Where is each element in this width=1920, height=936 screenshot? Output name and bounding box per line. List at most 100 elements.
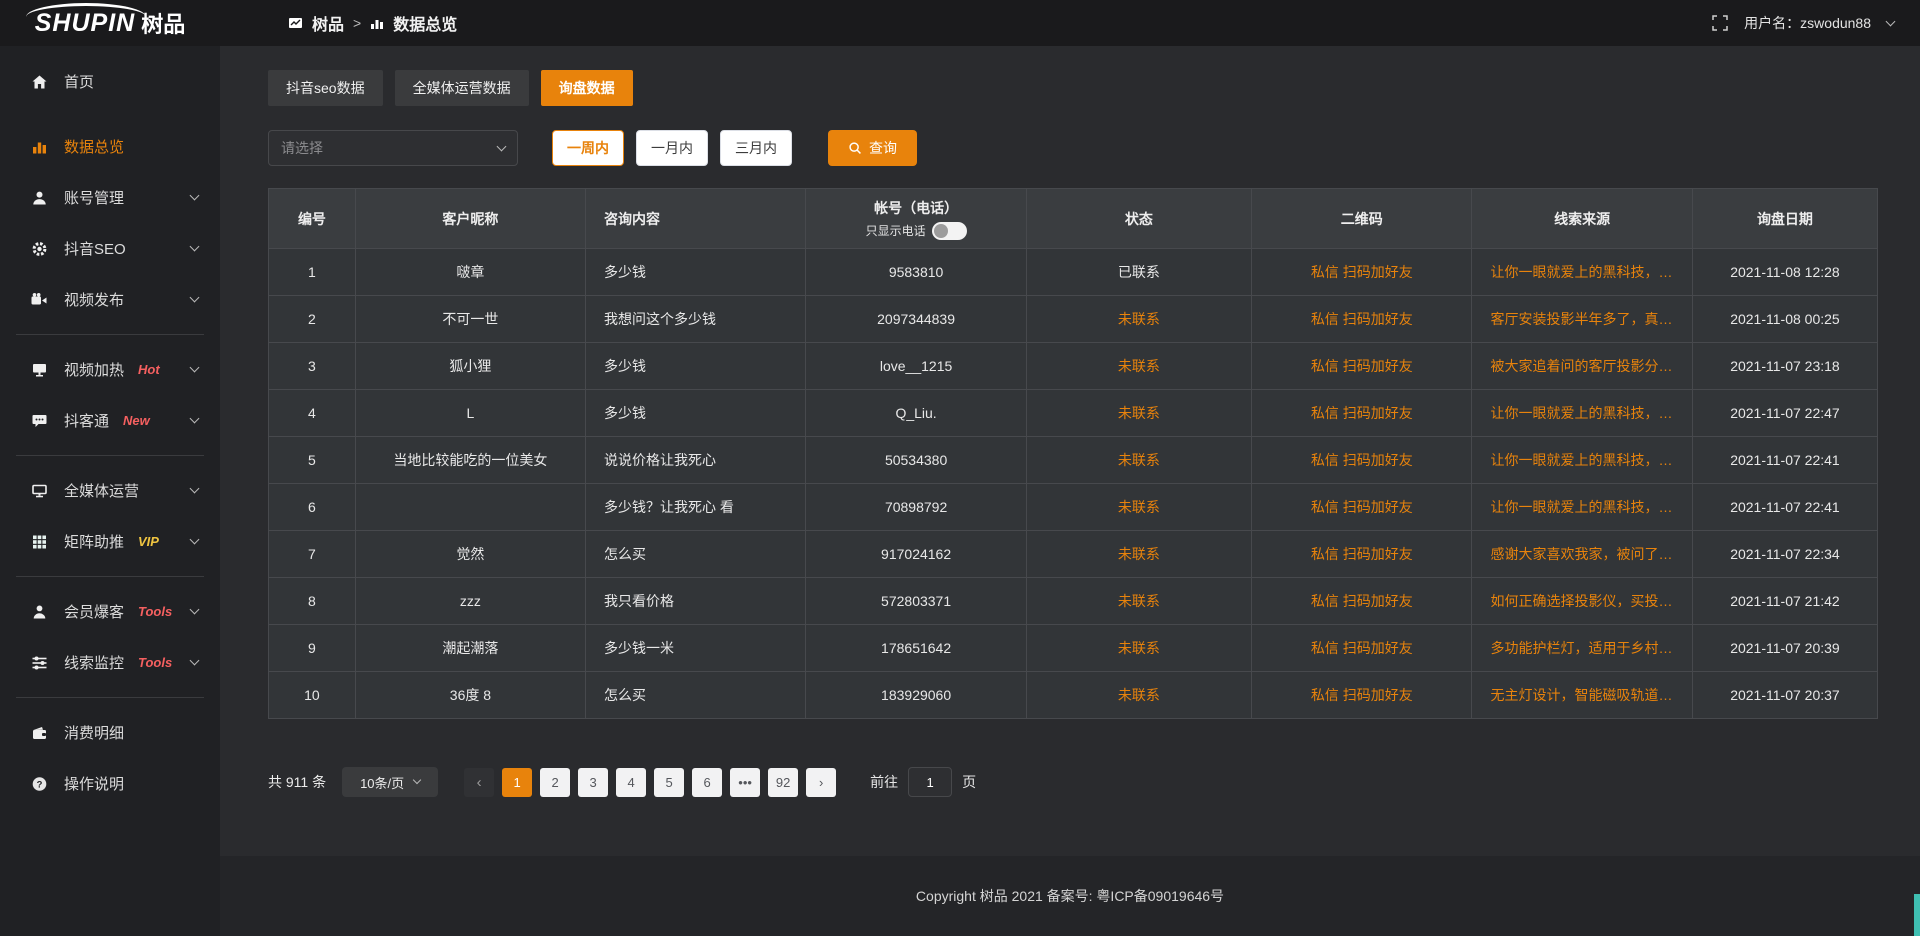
- sidebar-item-label: 账号管理: [64, 187, 124, 208]
- cell-nickname: 觉然: [355, 531, 585, 578]
- query-button[interactable]: 查询: [828, 130, 917, 166]
- page-button-6[interactable]: 6: [692, 768, 722, 797]
- col-account-label: 帐号（电话）: [874, 198, 958, 218]
- tab-douyin-seo-data[interactable]: 抖音seo数据: [268, 70, 383, 106]
- scrollbar-thumb[interactable]: [1914, 894, 1920, 936]
- cell-qr-link[interactable]: 私信 扫码加好友: [1252, 249, 1472, 296]
- sidebar-item-doukeitong[interactable]: 抖客通New: [0, 395, 220, 446]
- username-label[interactable]: 用户名：zswodun88: [1744, 13, 1871, 33]
- tab-inquiry-data[interactable]: 询盘数据: [541, 70, 633, 106]
- cell-source-link[interactable]: 无主灯设计，智能磁吸轨道灯...: [1472, 672, 1692, 719]
- cell-account: 178651642: [806, 625, 1026, 672]
- cell-qr-link[interactable]: 私信 扫码加好友: [1252, 437, 1472, 484]
- cell-source-link[interactable]: 让你一眼就爱上的黑科技，能...: [1472, 437, 1692, 484]
- cell-source-link[interactable]: 让你一眼就爱上的黑科技，能...: [1472, 484, 1692, 531]
- chevron-down-icon: [190, 414, 200, 424]
- copyright-text: Copyright 树品 2021 备案号: 粤ICP备09019646号: [916, 886, 1224, 906]
- sidebar-item-clue-monitor[interactable]: 线索监控Tools: [0, 637, 220, 688]
- cell-source-link[interactable]: 被大家追着问的客厅投影分享...: [1472, 343, 1692, 390]
- cell-date: 2021-11-07 23:18: [1692, 343, 1877, 390]
- breadcrumb-root[interactable]: 树品: [312, 11, 344, 35]
- sidebar-item-data-overview[interactable]: 数据总览: [0, 121, 220, 172]
- cell-date: 2021-11-07 22:47: [1692, 390, 1877, 437]
- sidebar-item-label: 首页: [64, 71, 94, 92]
- cell-account: 9583810: [806, 249, 1026, 296]
- cell-no: 2: [269, 296, 356, 343]
- table-row: 7觉然怎么买917024162未联系私信 扫码加好友感谢大家喜欢我家，被问了好.…: [269, 531, 1878, 578]
- bar-chart-icon: [370, 17, 384, 30]
- cell-qr-link[interactable]: 私信 扫码加好友: [1252, 672, 1472, 719]
- cell-content: 多少钱: [585, 249, 805, 296]
- cell-no: 4: [269, 390, 356, 437]
- next-page-button[interactable]: ›: [806, 768, 836, 797]
- cell-account: 183929060: [806, 672, 1026, 719]
- period-three-month-button[interactable]: 三月内: [720, 130, 792, 166]
- sidebar-item-expense-detail[interactable]: 消费明细: [0, 707, 220, 758]
- cell-account: 70898792: [806, 484, 1026, 531]
- cell-qr-link[interactable]: 私信 扫码加好友: [1252, 625, 1472, 672]
- sidebar-item-home[interactable]: 首页: [0, 56, 220, 107]
- cell-source-link[interactable]: 如何正确选择投影仪，买投影...: [1472, 578, 1692, 625]
- page-button-92[interactable]: 92: [768, 768, 798, 797]
- period-one-week-button[interactable]: 一周内: [552, 130, 624, 166]
- cell-content: 我只看价格: [585, 578, 805, 625]
- phone-only-toggle[interactable]: [932, 222, 967, 240]
- cell-qr-link[interactable]: 私信 扫码加好友: [1252, 296, 1472, 343]
- cell-date: 2021-11-07 22:34: [1692, 531, 1877, 578]
- cell-date: 2021-11-07 21:42: [1692, 578, 1877, 625]
- page-footer: Copyright 树品 2021 备案号: 粤ICP备09019646号: [220, 856, 1920, 936]
- sidebar-item-account-management[interactable]: 账号管理: [0, 172, 220, 223]
- cell-source-link[interactable]: 感谢大家喜欢我家，被问了好...: [1472, 531, 1692, 578]
- account-select[interactable]: 请选择: [268, 130, 518, 166]
- cell-qr-link[interactable]: 私信 扫码加好友: [1252, 343, 1472, 390]
- page-button-2[interactable]: 2: [540, 768, 570, 797]
- page-button-3[interactable]: 3: [578, 768, 608, 797]
- sidebar-item-label: 消费明细: [64, 722, 124, 743]
- cell-qr-link[interactable]: 私信 扫码加好友: [1252, 531, 1472, 578]
- sidebar-item-video-heat[interactable]: 视频加热Hot: [0, 344, 220, 395]
- cell-source-link[interactable]: 客厅安装投影半年多了，真实...: [1472, 296, 1692, 343]
- page-button-5[interactable]: 5: [654, 768, 684, 797]
- cell-date: 2021-11-07 22:41: [1692, 437, 1877, 484]
- grid-icon: [30, 533, 48, 551]
- page-button-1[interactable]: 1: [502, 768, 532, 797]
- cell-qr-link[interactable]: 私信 扫码加好友: [1252, 484, 1472, 531]
- topbar: SHUPIN 树品 树品 > 数据总览 用户名：zswodun88: [0, 0, 1920, 46]
- sidebar-item-label: 操作说明: [64, 773, 124, 794]
- chevron-down-icon: [190, 605, 200, 615]
- tab-media-operation-data[interactable]: 全媒体运营数据: [395, 70, 529, 106]
- prev-page-button[interactable]: ‹: [464, 768, 494, 797]
- cell-source-link[interactable]: 让你一眼就爱上的黑科技，能...: [1472, 390, 1692, 437]
- col-status: 状态: [1026, 189, 1251, 249]
- sidebar-item-video-publish[interactable]: 视频发布: [0, 274, 220, 325]
- cell-no: 5: [269, 437, 356, 484]
- period-one-month-button[interactable]: 一月内: [636, 130, 708, 166]
- cell-qr-link[interactable]: 私信 扫码加好友: [1252, 578, 1472, 625]
- gear-icon: [30, 240, 48, 258]
- sidebar-item-help[interactable]: ?操作说明: [0, 758, 220, 809]
- cell-qr-link[interactable]: 私信 扫码加好友: [1252, 390, 1472, 437]
- cell-content: 多少钱？让我死心 看: [585, 484, 805, 531]
- sidebar-item-douyin-seo[interactable]: 抖音SEO: [0, 223, 220, 274]
- page-ellipsis-button[interactable]: •••: [730, 768, 760, 797]
- sidebar-item-badge: Tools: [138, 655, 172, 670]
- page-button-4[interactable]: 4: [616, 768, 646, 797]
- page-size-select[interactable]: 10条/页: [342, 767, 438, 797]
- goto-page-input[interactable]: [908, 767, 952, 797]
- cell-date: 2021-11-07 20:37: [1692, 672, 1877, 719]
- search-icon: [848, 141, 862, 155]
- fullscreen-icon[interactable]: [1712, 15, 1728, 31]
- cell-no: 7: [269, 531, 356, 578]
- chevron-down-icon: [190, 363, 200, 373]
- sidebar-item-media-operation[interactable]: 全媒体运营: [0, 465, 220, 516]
- sidebar-item-matrix-boost[interactable]: 矩阵助推VIP: [0, 516, 220, 567]
- cell-content: 多少钱: [585, 390, 805, 437]
- cell-content: 我想问这个多少钱: [585, 296, 805, 343]
- col-date: 询盘日期: [1692, 189, 1877, 249]
- cell-date: 2021-11-08 12:28: [1692, 249, 1877, 296]
- cell-source-link[interactable]: 让你一眼就爱上的黑科技，能...: [1472, 249, 1692, 296]
- col-nickname: 客户昵称: [355, 189, 585, 249]
- sidebar-item-member-burst[interactable]: 会员爆客Tools: [0, 586, 220, 637]
- cell-nickname: 不可一世: [355, 296, 585, 343]
- cell-source-link[interactable]: 多功能护栏灯，适用于乡村文...: [1472, 625, 1692, 672]
